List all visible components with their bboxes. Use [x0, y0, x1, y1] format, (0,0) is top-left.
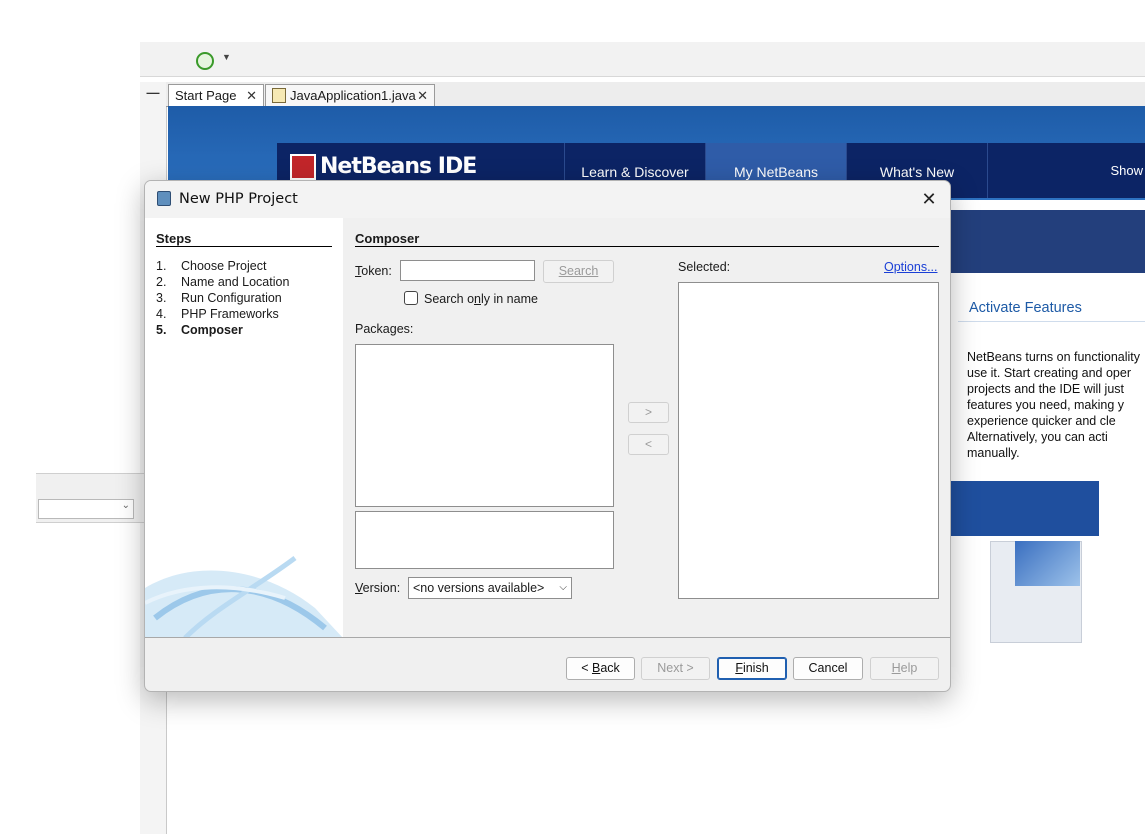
- netbeans-logo-text: NetBeans IDE: [320, 154, 477, 179]
- cancel-button[interactable]: Cancel: [793, 657, 863, 680]
- steps-title: Steps: [156, 231, 192, 246]
- tab-label: JavaApplication1.java: [290, 88, 416, 103]
- token-label: Token:: [355, 264, 392, 278]
- search-button[interactable]: Search: [543, 260, 614, 283]
- packages-label: Packages:: [355, 322, 414, 336]
- selected-label: Selected:: [678, 260, 731, 274]
- options-link[interactable]: Options...: [884, 260, 938, 274]
- version-select[interactable]: <no versions available> ⌵: [408, 577, 572, 599]
- netbeans-logo: NetBeans IDE: [290, 154, 477, 180]
- minimize-panel-button[interactable]: —: [145, 86, 161, 102]
- steps-divider: [156, 246, 332, 247]
- chevron-down-icon[interactable]: ▼: [222, 52, 231, 62]
- activate-features-text: NetBeans turns on functionality use it. …: [967, 350, 1141, 460]
- navigator-combo[interactable]: ⌄: [38, 499, 134, 519]
- version-label: Version:: [355, 581, 401, 595]
- next-button[interactable]: Next >: [641, 657, 710, 680]
- search-only-in-name-label: Search only in name: [424, 292, 538, 306]
- composer-title: Composer: [355, 231, 420, 246]
- tab-java-application[interactable]: JavaApplication1.java ✕: [265, 84, 435, 106]
- dialog-title: New PHP Project: [179, 191, 298, 207]
- help-button[interactable]: Help: [870, 657, 939, 680]
- package-details-box[interactable]: [355, 511, 614, 569]
- chevron-down-icon: ⌄: [121, 500, 130, 511]
- divider: [958, 321, 1145, 322]
- token-input[interactable]: [400, 260, 535, 281]
- project-cube-icon: [157, 191, 171, 206]
- dialog-close-button[interactable]: ✕: [912, 185, 946, 213]
- search-only-in-name-checkbox[interactable]: [404, 291, 418, 305]
- version-select-value: <no versions available>: [413, 581, 545, 595]
- back-button[interactable]: < Back: [566, 657, 635, 680]
- run-project-icon[interactable]: [196, 52, 214, 70]
- ide-toolbar: [140, 42, 1145, 77]
- step-item-current: 5. Composer: [156, 323, 243, 337]
- dialog-titlebar: New PHP Project ✕: [145, 181, 950, 218]
- steps-pane: Steps 1. Choose Project 2. Name and Locati…: [145, 218, 343, 638]
- step-item: 1. Choose Project: [156, 259, 267, 273]
- nav-show[interactable]: Show: [987, 143, 1145, 198]
- finish-button[interactable]: Finish: [717, 657, 787, 680]
- step-item: 4. PHP Frameworks: [156, 307, 279, 321]
- step-item: 2. Name and Location: [156, 275, 290, 289]
- footer-divider: [145, 637, 950, 638]
- close-tab-icon[interactable]: ✕: [417, 88, 428, 104]
- remove-package-button[interactable]: <: [628, 434, 669, 455]
- blue-banner: [949, 481, 1099, 536]
- step-item: 3. Run Configuration: [156, 291, 282, 305]
- tab-start-page[interactable]: Start Page ✕: [168, 84, 264, 106]
- java-file-icon: [272, 88, 286, 103]
- thumbnail-image: [1015, 541, 1080, 586]
- packages-list[interactable]: [355, 344, 614, 507]
- chevron-down-icon: ⌵: [559, 582, 567, 593]
- netbeans-cube-icon: [290, 154, 316, 180]
- composer-divider: [355, 246, 939, 247]
- activate-features-title[interactable]: Activate Features: [969, 300, 1082, 316]
- wizard-swirl-graphic: [145, 555, 343, 638]
- selected-packages-list[interactable]: [678, 282, 939, 599]
- tab-label: Start Page: [175, 88, 237, 103]
- section-band: [949, 210, 1145, 273]
- add-package-button[interactable]: >: [628, 402, 669, 423]
- close-tab-icon[interactable]: ✕: [246, 88, 257, 104]
- new-php-project-dialog: New PHP Project ✕ Steps 1. Choose Project…: [144, 180, 951, 692]
